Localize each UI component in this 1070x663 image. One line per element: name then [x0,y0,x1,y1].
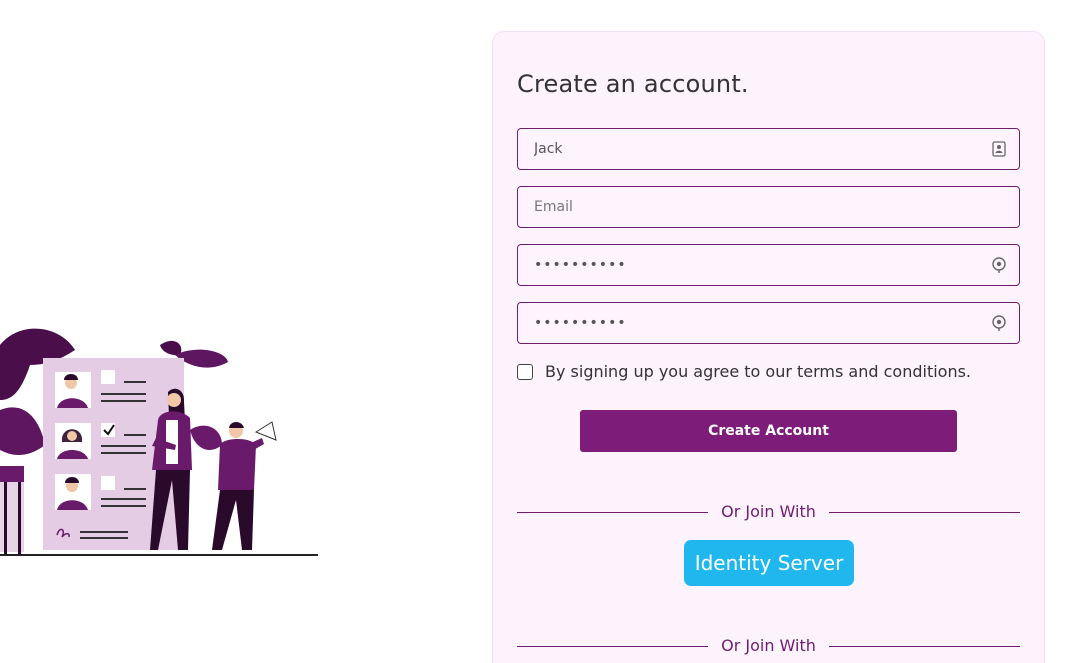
email-input[interactable] [518,187,1019,227]
password-reveal-icon[interactable] [989,255,1009,275]
join-divider: Or Join With [517,500,1020,524]
terms-row: By signing up you agree to our terms and… [517,362,971,381]
name-input[interactable] [518,129,989,169]
page-title: Create an account. [517,70,749,98]
terms-label: By signing up you agree to our terms and… [545,362,972,381]
identity-server-button[interactable]: Identity Server [684,540,854,586]
email-field[interactable] [517,186,1020,228]
terms-checkbox[interactable] [517,363,533,380]
password-reveal-icon[interactable] [989,313,1009,333]
create-account-button[interactable]: Create Account [580,410,957,452]
contact-card-icon [989,139,1009,159]
divider-line [829,512,1020,513]
password-field[interactable] [517,244,1020,286]
recruitment-illustration [0,328,318,556]
divider-line [829,646,1020,647]
confirm-password-field[interactable] [517,302,1020,344]
password-input[interactable] [518,245,989,285]
confirm-password-input[interactable] [518,303,989,343]
join-divider-2: Or Join With [517,634,1020,658]
signup-card: Create an account. Jack Email ••••••••••… [492,31,1045,663]
name-field[interactable] [517,128,1020,170]
signup-page: Create an account. Jack Email ••••••••••… [0,0,1070,663]
